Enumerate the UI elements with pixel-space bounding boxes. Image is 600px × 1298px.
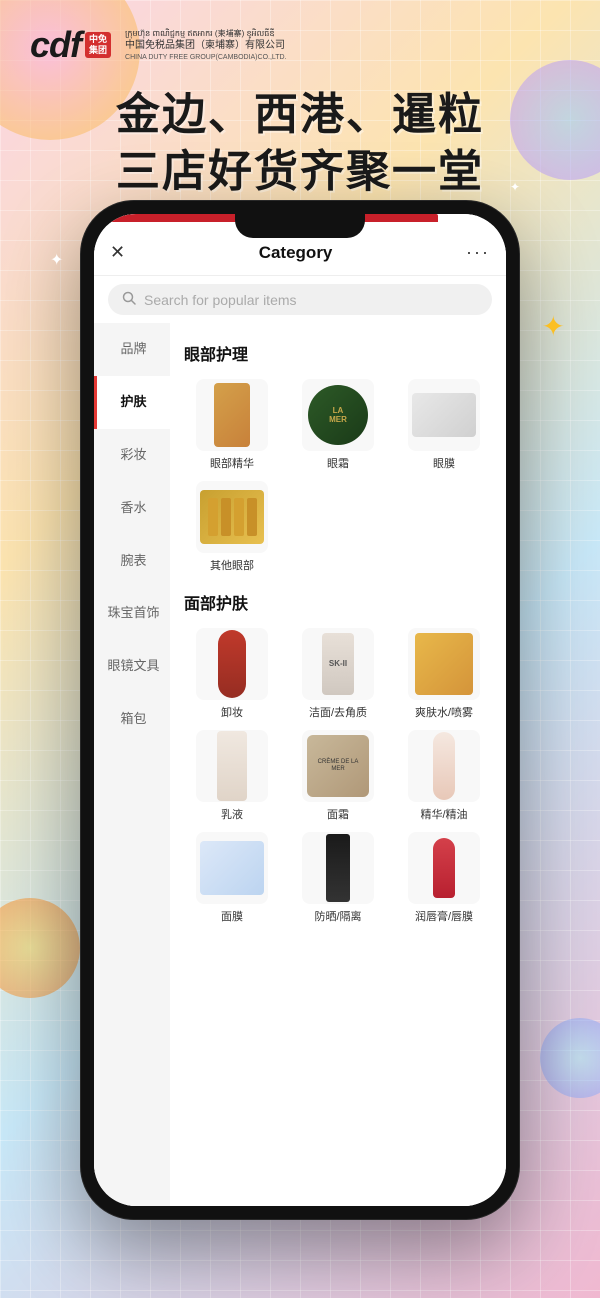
sidebar-item-makeup[interactable]: 彩妆 xyxy=(94,429,170,482)
company-info: ក្រុមហ៊ុន ពាណិជ្ជកម្ម ឥតអាករ (柬埔寨) ខូអិល… xyxy=(125,28,287,62)
eye-cream-img: LAMER xyxy=(302,379,374,451)
sunscreen-img xyxy=(302,832,374,904)
eye-mask-img xyxy=(408,379,480,451)
lotion-img xyxy=(196,730,268,802)
eye-serum-img xyxy=(196,379,268,451)
face-cream-label: 面霜 xyxy=(327,808,349,822)
face-mask-img xyxy=(196,832,268,904)
search-bar: Search for popular items xyxy=(94,276,506,323)
sidebar-item-watch[interactable]: 腕表 xyxy=(94,535,170,588)
logo-badge: 中免 集团 xyxy=(85,32,111,58)
category-item-face-cream[interactable]: CRÈME DE LA MER 面霜 xyxy=(290,730,386,822)
logo-row: cdf 中免 集团 ក្រុមហ៊ុន ពាណិជ្ជកម្ម ឥតអាករ (… xyxy=(0,0,600,66)
sidebar: 品牌 护肤 彩妆 香水 腕表 珠宝首饰 眼镜文具 箱包 xyxy=(94,323,170,1206)
lip-label: 润唇膏/唇膜 xyxy=(415,910,473,924)
face-care-grid: 卸妆 SK-II 洁面/去角质 xyxy=(184,628,492,925)
phone-mockup: ✕ Category ··· Search for popular items xyxy=(80,200,520,1220)
sunscreen-label: 防晒/隔离 xyxy=(314,910,361,924)
face-cream-visual: CRÈME DE LA MER xyxy=(307,735,369,797)
eye-serum-label: 眼部精华 xyxy=(210,457,254,471)
company-khmer: ក្រុមហ៊ុន ពាណិជ្ជកម្ម ឥតអាករ (柬埔寨) ខូអិល… xyxy=(125,28,287,39)
more-button[interactable]: ··· xyxy=(466,242,490,263)
category-item-eye-serum[interactable]: 眼部精华 xyxy=(184,379,280,471)
sidebar-item-glasses[interactable]: 眼镜文具 xyxy=(94,640,170,693)
eye-care-grid: 眼部精华 LAMER 眼霜 xyxy=(184,379,492,574)
eye-serum-visual xyxy=(214,383,250,447)
essence-visual xyxy=(433,732,455,800)
face-mask-label: 面膜 xyxy=(221,910,243,924)
category-item-other-eye[interactable]: 其他眼部 xyxy=(184,481,280,573)
toner-visual xyxy=(415,633,473,695)
lip-visual xyxy=(433,838,455,898)
category-item-eye-mask[interactable]: 眼膜 xyxy=(396,379,492,471)
category-item-face-mask[interactable]: 面膜 xyxy=(184,832,280,924)
tagline-line1: 金边、西港、暹粒 xyxy=(116,86,484,143)
company-en: CHINA DUTY FREE GROUP(CAMBODIA)CO.,LTD. xyxy=(125,53,287,62)
sparkle-icon-1: ✦ xyxy=(542,310,565,343)
sidebar-item-bags[interactable]: 箱包 xyxy=(94,693,170,746)
other-eye-label: 其他眼部 xyxy=(210,559,254,573)
toner-label: 爽肤水/喷雾 xyxy=(415,706,473,720)
face-mask-visual xyxy=(200,841,264,895)
other-eye-img xyxy=(196,481,268,553)
app-title: Category xyxy=(259,243,333,263)
lotion-label: 乳液 xyxy=(221,808,243,822)
category-item-eye-cream[interactable]: LAMER 眼霜 xyxy=(290,379,386,471)
search-icon xyxy=(122,291,136,308)
lip-img xyxy=(408,832,480,904)
category-item-lotion[interactable]: 乳液 xyxy=(184,730,280,822)
sidebar-item-jewelry[interactable]: 珠宝首饰 xyxy=(94,587,170,640)
company-zh: 中国免税品集团（柬埔寨）有限公司 xyxy=(125,39,287,53)
makeup-remover-label: 卸妆 xyxy=(221,706,243,720)
lotion-visual xyxy=(217,731,247,801)
cdf-text: cdf xyxy=(30,24,81,66)
cleanser-img: SK-II xyxy=(302,628,374,700)
search-placeholder: Search for popular items xyxy=(144,292,297,308)
eye-mask-label: 眼膜 xyxy=(433,457,455,471)
other-eye-visual xyxy=(200,490,264,544)
sidebar-item-perfume[interactable]: 香水 xyxy=(94,482,170,535)
category-item-cleanser[interactable]: SK-II 洁面/去角质 xyxy=(290,628,386,720)
sparkle-icon-2: ✦ xyxy=(50,250,63,270)
makeup-remover-img xyxy=(196,628,268,700)
face-cream-img: CRÈME DE LA MER xyxy=(302,730,374,802)
tagline: 金边、西港、暹粒 三店好货齐聚一堂 xyxy=(116,86,484,200)
app-body: 品牌 护肤 彩妆 香水 腕表 珠宝首饰 眼镜文具 箱包 眼部护理 xyxy=(94,323,506,1206)
section-title-face: 面部护肤 xyxy=(184,590,492,614)
eye-cream-label: 眼霜 xyxy=(327,457,349,471)
category-item-essence[interactable]: 精华/精油 xyxy=(396,730,492,822)
close-button[interactable]: ✕ xyxy=(110,242,125,263)
category-item-lip[interactable]: 润唇膏/唇膜 xyxy=(396,832,492,924)
toner-img xyxy=(408,628,480,700)
phone-outer: ✕ Category ··· Search for popular items xyxy=(80,200,520,1220)
section-title-eye: 眼部护理 xyxy=(184,341,492,365)
sparkle-icon-3: ✦ xyxy=(510,180,520,194)
category-item-sunscreen[interactable]: 防晒/隔离 xyxy=(290,832,386,924)
phone-inner: ✕ Category ··· Search for popular items xyxy=(94,214,506,1206)
essence-label: 精华/精油 xyxy=(420,808,467,822)
cdf-logo: cdf 中免 集团 xyxy=(30,24,111,66)
sidebar-item-brand[interactable]: 品牌 xyxy=(94,323,170,376)
tagline-line2: 三店好货齐聚一堂 xyxy=(116,143,484,200)
category-item-toner[interactable]: 爽肤水/喷雾 xyxy=(396,628,492,720)
search-input-wrap[interactable]: Search for popular items xyxy=(108,284,492,315)
cleanser-label: 洁面/去角质 xyxy=(309,706,367,720)
eye-cream-visual: LAMER xyxy=(308,385,368,445)
app-content: ✕ Category ··· Search for popular items xyxy=(94,214,506,1206)
makeup-remover-visual xyxy=(218,630,246,698)
sidebar-item-skincare[interactable]: 护肤 xyxy=(94,376,170,429)
phone-notch xyxy=(235,214,365,238)
eye-mask-visual xyxy=(412,393,476,437)
sunscreen-visual xyxy=(326,834,350,902)
content-area: 眼部护理 眼部精华 xyxy=(170,323,506,1206)
category-item-makeup-remover[interactable]: 卸妆 xyxy=(184,628,280,720)
essence-img xyxy=(408,730,480,802)
